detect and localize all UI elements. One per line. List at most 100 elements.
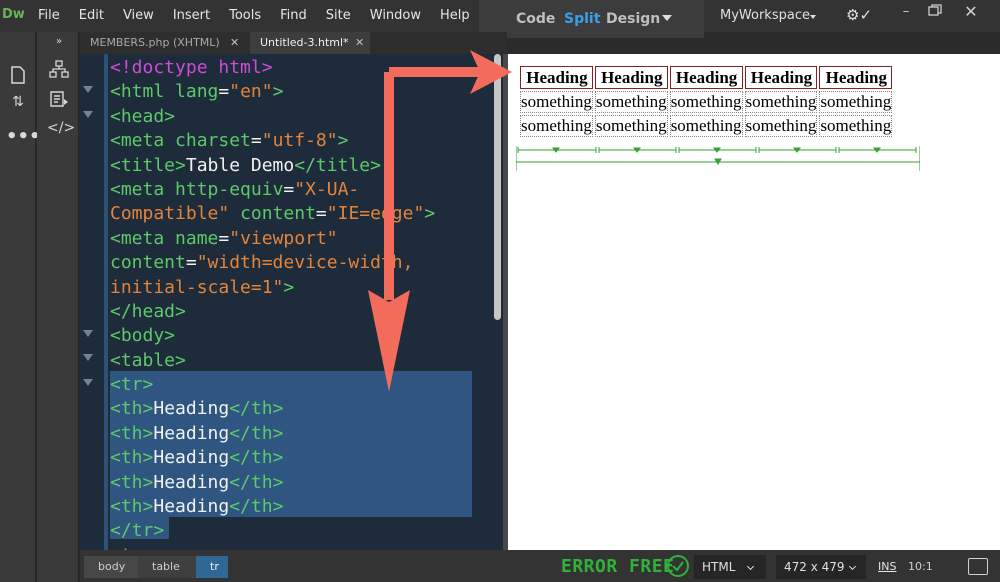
menu-help[interactable]: Help [440,0,479,32]
document-type-select[interactable]: HTML [694,555,766,579]
restore-icon[interactable] [924,4,946,20]
fold-arrow-icon[interactable] [83,86,93,93]
expand-panel-icon[interactable]: » [47,36,71,47]
close-icon[interactable]: ✕ [960,4,982,20]
menu-insert[interactable]: Insert [173,0,219,32]
menu-view[interactable]: View [123,0,163,32]
code-token: = [218,81,230,103]
split-view-button[interactable]: Split [564,11,600,27]
code-token: <th> [110,398,154,420]
menu-site[interactable]: Site [326,0,360,32]
workspace-switcher[interactable]: MyWorkspace [720,8,810,23]
menu-file[interactable]: File [38,0,69,32]
code-line[interactable]: initial-scale=1"> [110,276,480,300]
code-token: <body> [110,325,176,347]
preview-cell[interactable]: something [594,115,668,137]
preview-header-cell[interactable]: Heading [594,66,668,89]
column-guide [516,147,920,165]
preview-header-cell[interactable]: Heading [819,66,893,89]
code-line[interactable]: <title>Table Demo</title> [110,154,480,178]
breadcrumb-table[interactable]: table [138,556,198,578]
preview-cell[interactable]: something [744,115,818,137]
preview-cell[interactable]: something [594,91,668,113]
tab-untitled-3[interactable]: Untitled-3.html* [250,32,370,54]
code-line[interactable]: Compatible" content="IE=edge"> [110,202,480,226]
code-line[interactable]: <body> [110,324,480,348]
preview-cell[interactable]: something [819,91,893,113]
code-token: </th> [229,422,284,444]
breadcrumb-tr[interactable]: tr [196,556,228,578]
preview-cell[interactable]: something [744,91,818,113]
preview-row[interactable]: something something something something some… [520,91,893,113]
tab-members-php[interactable]: MEMBERS.php (XHTML) [80,32,250,54]
code-line[interactable]: <meta charset="utf-8"> [110,129,480,153]
code-line[interactable]: <html lang="en"> [110,80,480,104]
code-token: </head> [110,300,186,322]
realtime-preview-icon[interactable] [968,558,988,575]
fold-arrow-icon[interactable] [83,330,93,337]
lint-status: ERROR FREE [561,556,675,577]
code-token: "IE=edge" [326,203,425,225]
code-line[interactable]: content="width=device-width, [110,251,480,275]
fold-arrow-icon[interactable] [83,111,93,118]
close-tab-icon[interactable]: ✕ [355,32,364,54]
file-icon[interactable] [6,66,30,88]
code-icon[interactable]: </> [47,120,75,136]
code-line[interactable]: <th>Heading</th> [110,471,480,495]
code-line[interactable]: <th>Heading</th> [110,397,480,421]
preview-header-cell[interactable]: Heading [669,66,743,89]
code-view-button[interactable]: Code [516,11,555,27]
menu-find[interactable]: Find [280,0,316,32]
scrollbar-thumb[interactable] [494,54,501,320]
menu-window[interactable]: Window [370,0,430,32]
preview-header-cell[interactable]: Heading [520,66,593,89]
code-line[interactable]: <head> [110,105,480,129]
app-logo: Dw [2,7,25,22]
code-token: <table> [110,349,186,371]
preview-cell[interactable]: something [520,91,593,113]
menu-tools[interactable]: Tools [229,0,270,32]
more-icon[interactable]: ••• [6,126,41,147]
window-size-select[interactable]: 472 x 479 [776,555,866,579]
preview-header-row[interactable]: Heading Heading Heading Heading Heading [520,66,893,89]
code-line[interactable]: <meta name="viewport" [110,227,480,251]
design-view[interactable]: Heading Heading Heading Heading Heading some… [508,54,1000,550]
preview-row[interactable]: something something something something some… [520,115,893,137]
code-line[interactable]: <th>Heading</th> [110,422,480,446]
code-token: <head> [110,105,176,127]
chevron-down-icon [746,562,755,571]
properties-icon[interactable] [47,90,71,112]
close-tab-icon[interactable]: ✕ [230,32,239,54]
code-line[interactable]: <!doctype html> [110,56,480,80]
code-line[interactable]: <th>Heading</th> [110,446,480,470]
design-view-button[interactable]: Design [606,11,660,27]
fold-arrow-icon[interactable] [83,379,93,386]
fold-arrow-icon[interactable] [83,354,93,361]
preview-table[interactable]: Heading Heading Heading Heading Heading some… [518,64,894,139]
column-width-guides [516,146,920,171]
menu-edit[interactable]: Edit [79,0,113,32]
code-line[interactable]: </tr> [110,519,480,543]
code-line[interactable]: <meta http-equiv="X-UA- [110,178,480,202]
code-line[interactable]: </head> [110,300,480,324]
sync-settings-icon[interactable]: ⚙✓ [846,6,872,24]
code-line[interactable]: <th>Heading</th> [110,495,480,519]
preview-cell[interactable]: something [520,115,593,137]
check-circle-icon[interactable] [667,555,689,577]
preview-cell[interactable]: something [669,115,743,137]
chevron-down-icon[interactable] [810,15,816,19]
preview-cell[interactable]: something [819,115,893,137]
code-editor[interactable]: <!doctype html> <html lang="en"> <head> <me… [80,54,507,550]
preview-cell[interactable]: something [669,91,743,113]
code-line[interactable]: <table> [110,349,480,373]
insert-mode-toggle[interactable]: INS [878,560,896,573]
code-token: name [175,227,219,249]
preview-header-cell[interactable]: Heading [744,66,818,89]
window-size-value: 472 x 479 [784,560,845,574]
view-dropdown-icon[interactable] [662,15,672,21]
code-line[interactable]: <tr> [110,373,480,397]
code-token: </title> [294,154,381,176]
minimize-icon[interactable]: – [895,4,917,20]
sitemap-icon[interactable] [47,60,71,82]
transfer-icon[interactable]: ⇅ [6,94,30,110]
